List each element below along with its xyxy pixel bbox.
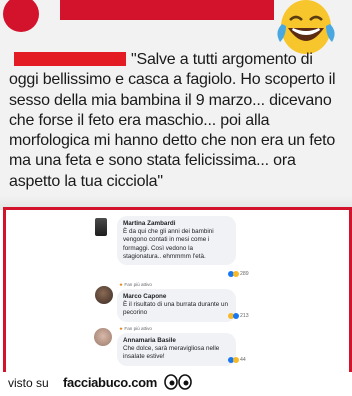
avatar[interactable] (95, 218, 107, 236)
reactions[interactable]: 44 (228, 357, 246, 363)
star-icon: ★ (119, 326, 124, 331)
comment-author[interactable]: Martina Zambardi (123, 220, 230, 228)
post-body: oggi bellissimo e casca a fagiolo. Ho sc… (9, 71, 336, 190)
reaction-count: 289 (240, 271, 249, 277)
comment-author[interactable]: Marco Capone (123, 293, 230, 301)
comment-author[interactable]: Annamaria Basile (123, 337, 230, 345)
like-icon (233, 313, 239, 319)
post-first-line: "Salve a tutti argomento di (131, 51, 313, 68)
comment-bubble: Martina Zambardi È da qui che gli anni d… (117, 216, 236, 266)
reaction-count: 213 (240, 313, 249, 319)
footer-prefix: visto su (8, 376, 49, 390)
comment-bubble: Annamaria Basile Che dolce, sarà meravig… (117, 333, 236, 366)
footer-brand[interactable]: facciabuco.com (63, 375, 157, 390)
post-screenshot: "Salve a tutti argomento di oggi belliss… (0, 0, 352, 210)
eyes-icon (164, 374, 192, 390)
comments-panel: Martina Zambardi È da qui che gli anni d… (3, 207, 352, 378)
redacted-profile-picture (3, 0, 39, 32)
comment-bubble: Marco Capone È il risultato di una burra… (117, 289, 236, 322)
haha-icon (233, 271, 239, 277)
fan-badge: ★ Fan più attivo (119, 282, 152, 287)
comment-text: È il risultato di una burrata durante un… (123, 301, 229, 317)
haha-icon (233, 357, 239, 363)
comment-text: È da qui che gli anni dei bambini vengon… (123, 228, 214, 260)
post-text: "Salve a tutti argomento di oggi belliss… (9, 50, 347, 192)
star-icon: ★ (119, 282, 124, 287)
reactions[interactable]: 213 (228, 313, 249, 319)
redacted-header (60, 0, 274, 20)
watermark-footer: visto su facciabuco.com (0, 372, 352, 396)
reaction-count: 44 (240, 357, 246, 363)
fan-badge: ★ Fan più attivo (119, 326, 152, 331)
avatar[interactable] (94, 328, 112, 346)
avatar[interactable] (95, 286, 113, 304)
reactions[interactable]: 289 (228, 271, 249, 277)
comment-text: Che dolce, sarà meravigliosa nelle insal… (123, 345, 220, 361)
